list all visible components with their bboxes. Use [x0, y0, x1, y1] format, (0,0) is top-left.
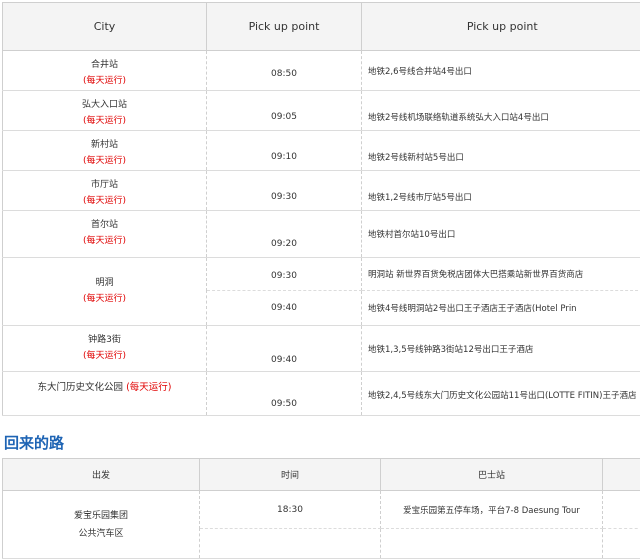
- time-cell: 09:30: [206, 257, 362, 291]
- time-cell: 09:40: [206, 325, 362, 372]
- table-row: 爱宝乐园集团 公共汽车区 18:30 爱宝乐园第五停车场，平台7-8 Daesun…: [2, 490, 640, 559]
- daily-label: (每天运行): [82, 76, 127, 86]
- header-pickup-point: Pick up point: [361, 2, 640, 51]
- city-name: 钟路3街: [88, 335, 121, 345]
- depart-cell: 爱宝乐园集团 公共汽车区: [2, 490, 200, 559]
- daily-label: (每天运行): [82, 351, 127, 361]
- city-cell: 东大门历史文化公园 (每天运行): [2, 371, 207, 416]
- page: City Pick up point Pick up point 合井站 (每天运…: [0, 0, 640, 560]
- return-table-header: 出发 时间 巴士站: [2, 458, 640, 491]
- daily-label: (每天运行): [82, 156, 127, 166]
- city-name: 合井站: [90, 60, 118, 70]
- time-cell: 09:10: [206, 130, 362, 171]
- empty-cell: [380, 528, 603, 559]
- city-cell: 明洞 (每天运行): [2, 257, 207, 326]
- time-cell: 09:50: [206, 371, 362, 416]
- city-name: 市厅站: [90, 180, 118, 190]
- table-row: 弘大入口站 (每天运行) 09:05 地铁2号线机场联络轨道系统弘大入口站4号出口: [2, 90, 640, 131]
- point-cell: 地铁4号线明洞站2号出口王子酒店王子酒店(Hotel Prin: [361, 290, 640, 326]
- city-cell: 弘大入口站 (每天运行): [2, 90, 207, 131]
- time-cell: 08:50: [206, 50, 362, 91]
- city-name: 首尔站: [90, 220, 118, 230]
- return-section-title: 回来的路: [4, 434, 65, 452]
- pickup-table: City Pick up point Pick up point 合井站 (每天运…: [2, 2, 640, 416]
- empty-cell: [199, 528, 381, 559]
- extra-cell: [602, 490, 640, 529]
- point-cell: 地铁1,2号线市厅站5号出口: [361, 170, 640, 211]
- city-cell: 首尔站 (每天运行): [2, 210, 207, 258]
- point-cell: 地铁村首尔站10号出口: [361, 210, 640, 258]
- table-row: 市厅站 (每天运行) 09:30 地铁1,2号线市厅站5号出口: [2, 170, 640, 211]
- point-cell: 地铁2号线新村站5号出口: [361, 130, 640, 171]
- header-depart: 出发: [2, 458, 200, 491]
- return-time-cell: 18:30: [199, 490, 381, 529]
- table-row: 东大门历史文化公园 (每天运行) 09:50 地铁2,4,5号线东大门历史文化公…: [2, 371, 640, 416]
- header-bus-stop: 巴士站: [380, 458, 603, 491]
- city-name: 弘大入口站: [81, 100, 127, 110]
- daily-label: (每天运行): [126, 382, 172, 393]
- return-table: 出发 时间 巴士站 爱宝乐园集团 公共汽车区 18:30 爱宝乐园第五停车场，平台…: [2, 458, 640, 559]
- city-name: 东大门历史文化公园: [37, 382, 124, 393]
- point-cell: 明洞站 新世界百货免税店团体大巴搭乘站新世界百货商店: [361, 257, 640, 291]
- depart-line1: 爱宝乐园集团: [73, 510, 128, 521]
- time-cell: 09:05: [206, 90, 362, 131]
- table-row: 新村站 (每天运行) 09:10 地铁2号线新村站5号出口: [2, 130, 640, 171]
- table-row: 明洞 (每天运行) 09:30 明洞站 新世界百货免税店团体大巴搭乘站新世界百货商…: [2, 257, 640, 326]
- point-cell: 地铁1,3,5号线钟路3街站12号出口王子酒店: [361, 325, 640, 372]
- point-cell: 地铁2号线机场联络轨道系统弘大入口站4号出口: [361, 90, 640, 131]
- depart-line2: 公共汽车区: [78, 528, 124, 539]
- daily-label: (每天运行): [82, 196, 127, 206]
- city-cell: 合井站 (每天运行): [2, 50, 207, 91]
- header-time: 时间: [199, 458, 381, 491]
- header-city: City: [2, 2, 207, 51]
- header-extra: [602, 458, 640, 491]
- table-row: 合井站 (每天运行) 08:50 地铁2,6号线合井站4号出口: [2, 50, 640, 91]
- time-cell: 09:30: [206, 170, 362, 211]
- city-cell: 市厅站 (每天运行): [2, 170, 207, 211]
- bus-stop-cell: 爱宝乐园第五停车场，平台7-8 Daesung Tour: [380, 490, 603, 529]
- city-name: 新村站: [90, 140, 118, 150]
- table-row: 钟路3街 (每天运行) 09:40 地铁1,3,5号线钟路3街站12号出口王子酒店: [2, 325, 640, 372]
- pickup-table-header: City Pick up point Pick up point: [2, 2, 640, 51]
- daily-label: (每天运行): [82, 236, 127, 246]
- city-cell: 钟路3街 (每天运行): [2, 325, 207, 372]
- city-cell: 新村站 (每天运行): [2, 130, 207, 171]
- point-cell: 地铁2,6号线合井站4号出口: [361, 50, 640, 91]
- daily-label: (每天运行): [82, 116, 127, 126]
- table-row: 首尔站 (每天运行) 09:20 地铁村首尔站10号出口: [2, 210, 640, 258]
- empty-cell: [602, 528, 640, 559]
- time-cell: 09:40: [206, 290, 362, 326]
- time-cell: 09:20: [206, 210, 362, 258]
- header-pickup-time: Pick up point: [206, 2, 362, 51]
- daily-label: (每天运行): [82, 294, 127, 304]
- point-cell: 地铁2,4,5号线东大门历史文化公园站11号出口(LOTTE FITIN)王子酒…: [361, 371, 640, 416]
- city-name: 明洞: [95, 278, 114, 288]
